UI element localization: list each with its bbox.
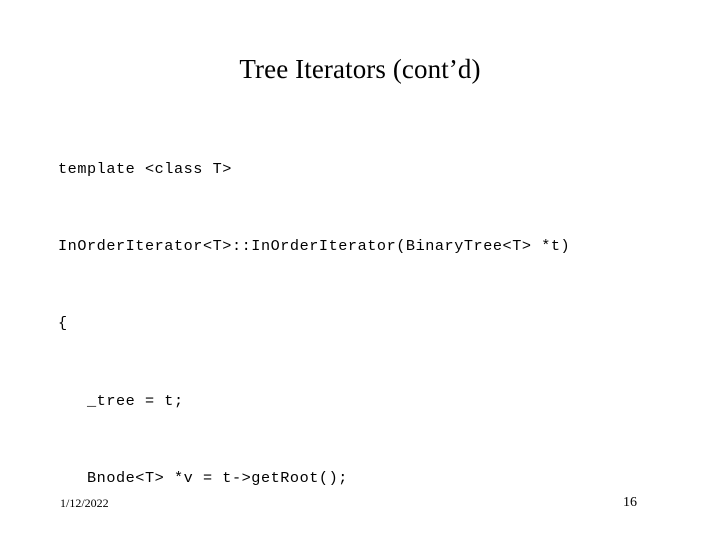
code-line: Bnode<T> *v = t->getRoot(); bbox=[58, 469, 348, 488]
code-line: { bbox=[58, 314, 68, 333]
code-line: InOrderIterator<T>::InOrderIterator(Bina… bbox=[58, 236, 571, 255]
footer-date: 1/12/2022 bbox=[60, 496, 109, 510]
footer-page-number: 16 bbox=[623, 495, 637, 510]
code-line: _tree = t; bbox=[58, 391, 184, 410]
code-block: template <class T> InOrderIterator<T>::I… bbox=[58, 105, 698, 540]
code-line: template <class T> bbox=[58, 159, 232, 178]
slide: Tree Iterators (cont’d) template <class … bbox=[0, 0, 720, 540]
page-title: Tree Iterators (cont’d) bbox=[239, 54, 481, 84]
